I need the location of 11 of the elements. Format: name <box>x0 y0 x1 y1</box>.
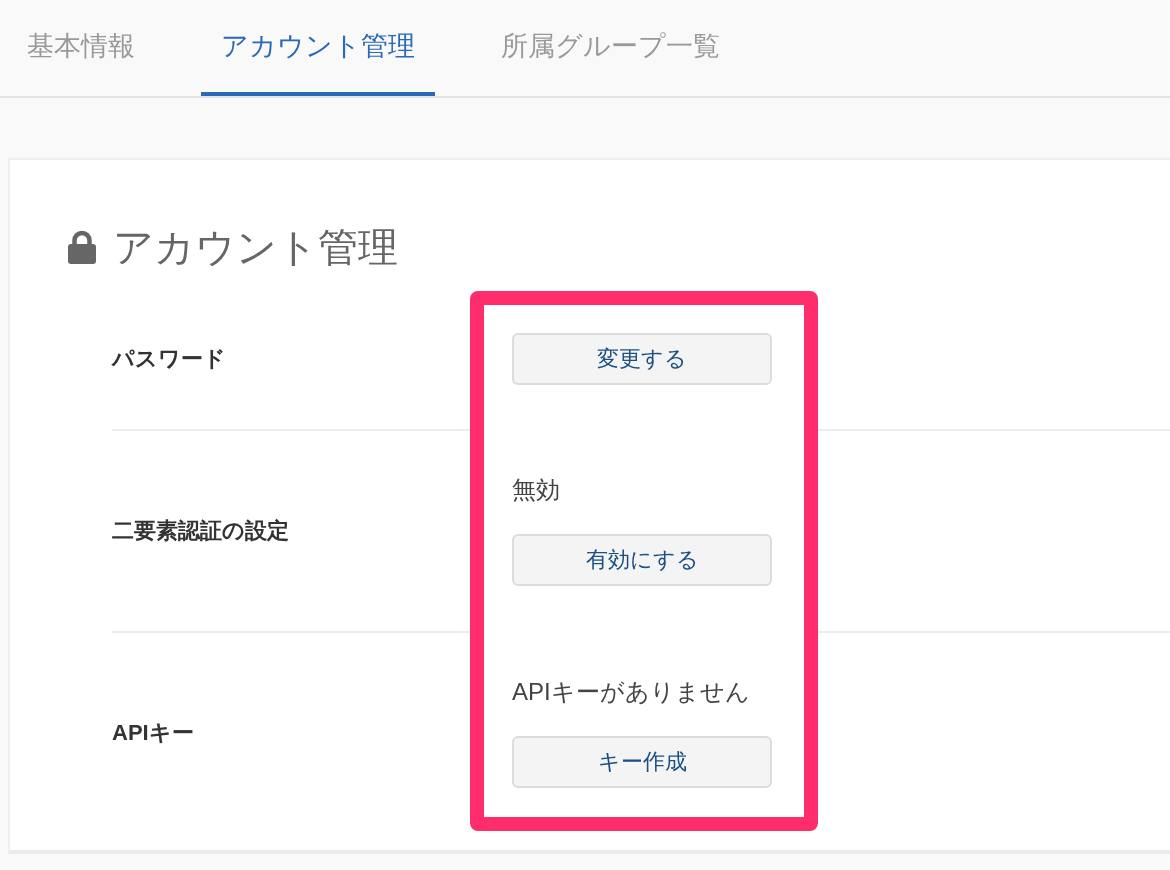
status-text: 無効 <box>512 475 560 505</box>
section-title: アカウント管理 <box>113 224 398 271</box>
action-button[interactable]: 有効にする <box>512 534 772 586</box>
setting-label: 二要素認証の設定 <box>112 516 290 545</box>
action-button[interactable]: キー作成 <box>512 736 772 788</box>
status-text: APIキーがありません <box>512 677 750 707</box>
action-button[interactable]: 変更する <box>512 333 772 385</box>
lock-icon <box>68 230 96 264</box>
setting-label: APIキー <box>112 718 195 747</box>
setting-label: パスワード <box>112 345 227 373</box>
tab[interactable]: アカウント管理 <box>201 0 435 96</box>
